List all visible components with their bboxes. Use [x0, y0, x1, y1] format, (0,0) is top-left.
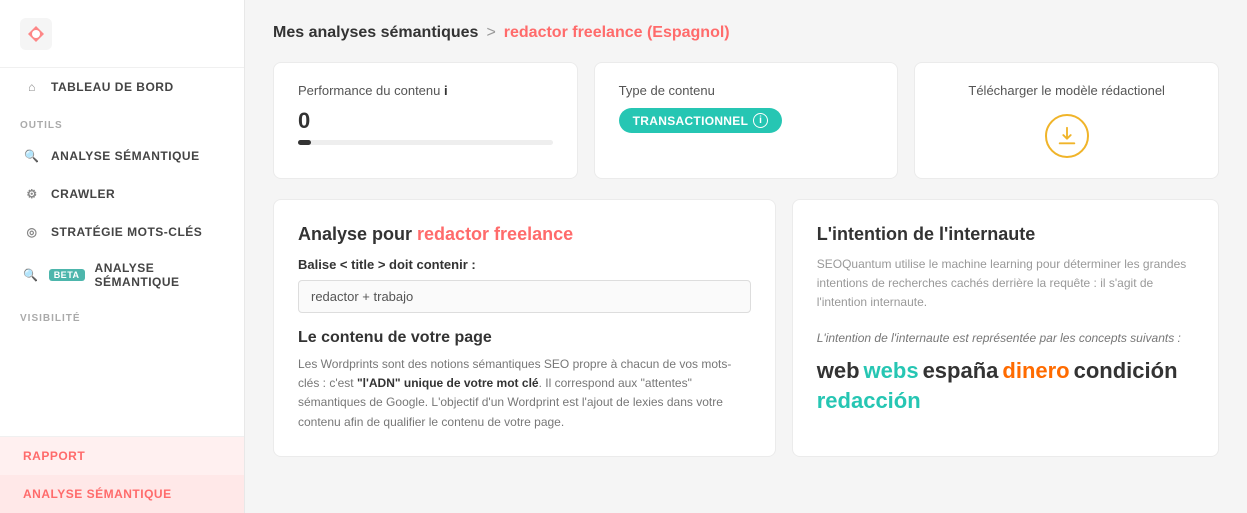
sidebar-item-home-label: TABLEAU DE BORD	[51, 80, 174, 94]
home-icon: ⌂	[23, 78, 41, 96]
card-performance-title: Performance du contenu i	[298, 83, 553, 98]
perf-info-icon: i	[444, 83, 448, 98]
breadcrumb-separator: >	[486, 24, 495, 42]
balise-label-text: Balise < title > doit contenir :	[298, 257, 476, 272]
section-desc: Les Wordprints sont des notions sémantiq…	[298, 355, 751, 432]
panel-title-prefix: Analyse pour	[298, 224, 417, 244]
section-desc-bold: "l'ADN" unique de votre mot clé	[357, 376, 539, 390]
section-title: Le contenu de votre page	[298, 329, 751, 347]
sidebar-item-crawler[interactable]: ⚙ CRAWLER	[0, 175, 244, 213]
concept-item: webs	[864, 358, 919, 384]
sidebar-bottom: RAPPORT ANALYSE SÉMANTIQUE	[0, 436, 244, 513]
sidebar-item-analyse-bottom-label: ANALYSE SÉMANTIQUE	[23, 487, 172, 501]
perf-value: 0	[298, 108, 553, 134]
breadcrumb: Mes analyses sémantiques > redactor free…	[273, 24, 1219, 42]
sidebar-item-analyse-beta-label: ANALYSE SÉMANTIQUE	[95, 261, 224, 289]
panel-left-title: Analyse pour redactor freelance	[298, 224, 751, 245]
search-icon-2: 🔍	[23, 266, 39, 284]
card-download-title: Télécharger le modèle rédactionel	[968, 83, 1165, 98]
sidebar: ⌂ TABLEAU DE BORD OUTILS 🔍 ANALYSE SÉMAN…	[0, 0, 245, 513]
sidebar-item-strategie[interactable]: ◎ STRATÉGIE MOTS-CLÉS	[0, 213, 244, 251]
concept-item: web	[817, 358, 860, 384]
balise-label: Balise < title > doit contenir :	[298, 257, 751, 272]
breadcrumb-current: redactor freelance (Espagnol)	[504, 24, 730, 42]
sidebar-item-rapport[interactable]: RAPPORT	[0, 437, 244, 475]
balise-input[interactable]	[298, 280, 751, 313]
type-badge: TRANSACTIONNEL i	[619, 108, 783, 133]
sidebar-section-outils: OUTILS	[0, 106, 244, 137]
card-type-title: Type de contenu	[619, 83, 874, 98]
sidebar-item-strategie-label: STRATÉGIE MOTS-CLÉS	[51, 225, 202, 239]
gear-icon: ⚙	[23, 185, 41, 203]
concept-item: españa	[923, 358, 999, 384]
panel-title-highlight: redactor freelance	[417, 224, 573, 244]
cards-row: Performance du contenu i 0 Type de conte…	[273, 62, 1219, 179]
intention-label: L'intention de l'internaute est représen…	[817, 329, 1194, 348]
sidebar-item-rapport-label: RAPPORT	[23, 449, 85, 463]
perf-bar-fill	[298, 140, 311, 145]
panel-left: Analyse pour redactor freelance Balise <…	[273, 199, 776, 457]
search-icon: 🔍	[23, 147, 41, 165]
concept-item: condición	[1074, 358, 1178, 384]
concepts-list: webwebsespañadinerocondición redacción	[817, 358, 1194, 414]
sidebar-item-analyse-semantique[interactable]: 🔍 ANALYSE SÉMANTIQUE	[0, 137, 244, 175]
sidebar-logo	[0, 0, 244, 68]
concept-item: dinero	[1002, 358, 1069, 384]
sidebar-section-visibilite: VISIBILITÉ	[0, 299, 244, 330]
panel-right: L'intention de l'internaute SEOQuantum u…	[792, 199, 1219, 457]
right-panel-title: L'intention de l'internaute	[817, 224, 1194, 245]
type-badge-info: i	[753, 113, 768, 128]
sidebar-item-crawler-label: CRAWLER	[51, 187, 115, 201]
type-badge-label: TRANSACTIONNEL	[633, 114, 749, 128]
card-type: Type de contenu TRANSACTIONNEL i	[594, 62, 899, 179]
right-panel-desc: SEOQuantum utilise le machine learning p…	[817, 255, 1194, 313]
download-button[interactable]	[1045, 114, 1089, 158]
card-performance: Performance du contenu i 0	[273, 62, 578, 179]
sidebar-item-analyse-beta[interactable]: 🔍 BETA ANALYSE SÉMANTIQUE	[0, 251, 244, 299]
breadcrumb-root: Mes analyses sémantiques	[273, 24, 478, 42]
target-icon: ◎	[23, 223, 41, 241]
beta-badge: BETA	[49, 269, 85, 281]
sidebar-item-analyse-label: ANALYSE SÉMANTIQUE	[51, 149, 200, 163]
sidebar-item-home[interactable]: ⌂ TABLEAU DE BORD	[0, 68, 244, 106]
main-content: Mes analyses sémantiques > redactor free…	[245, 0, 1247, 513]
bottom-row: Analyse pour redactor freelance Balise <…	[273, 199, 1219, 457]
perf-bar	[298, 140, 553, 145]
card-download: Télécharger le modèle rédactionel	[914, 62, 1219, 179]
sidebar-item-analyse-bottom[interactable]: ANALYSE SÉMANTIQUE	[0, 475, 244, 513]
concept-item: redacción	[817, 388, 921, 414]
